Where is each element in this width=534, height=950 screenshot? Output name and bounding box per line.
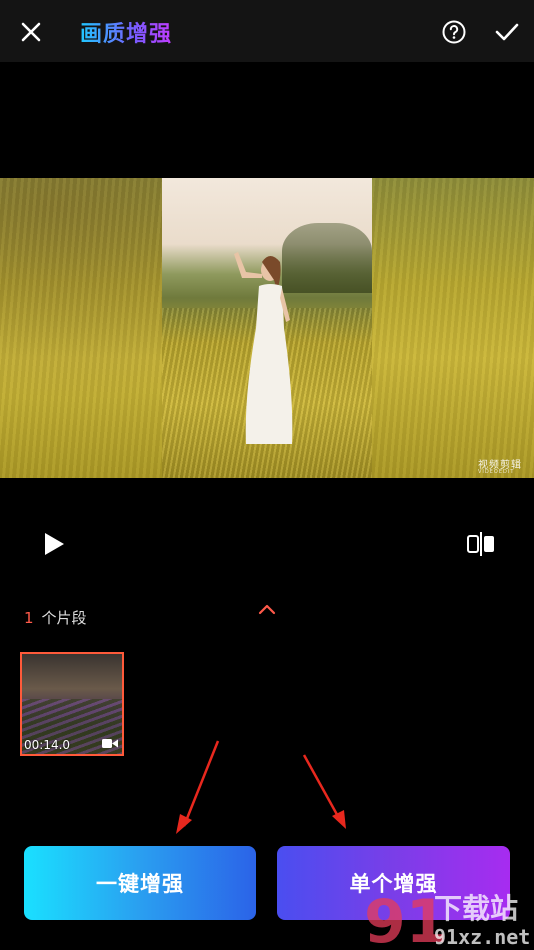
top-bar: 画质增强 (0, 0, 534, 62)
woman-in-white-dress-figure (234, 252, 293, 444)
site-watermark-logo: 91 下载站 91xz.net (364, 887, 530, 950)
clip-duration: 00:14.0 (24, 738, 71, 752)
play-icon[interactable] (40, 530, 68, 558)
annotation-arrow-left (176, 740, 220, 834)
checkmark-icon[interactable] (494, 19, 520, 45)
close-icon[interactable] (18, 19, 44, 45)
site-watermark-domain: 91xz.net (434, 925, 530, 949)
annotation-arrow-right (302, 754, 346, 829)
site-watermark-text: 下载站 (434, 892, 518, 925)
watermark-subtitle: VIDEOEDIT (478, 469, 515, 475)
video-preview[interactable]: 视频剪辑 VIDEOEDIT (0, 178, 534, 478)
help-circle-icon[interactable] (441, 19, 467, 45)
compare-icon[interactable] (466, 530, 496, 558)
segment-count-number: 1 (24, 609, 34, 627)
clip-thumbnail[interactable]: 00:14.0 (20, 652, 124, 756)
video-camera-icon (102, 739, 118, 748)
page-title: 画质增强 (80, 16, 172, 48)
chevron-up-icon[interactable] (257, 602, 277, 616)
segment-count-label: 个片段 (41, 609, 87, 627)
segment-count: 1 个片段 (24, 607, 87, 628)
one-click-enhance-button[interactable]: 一键增强 (24, 846, 256, 920)
